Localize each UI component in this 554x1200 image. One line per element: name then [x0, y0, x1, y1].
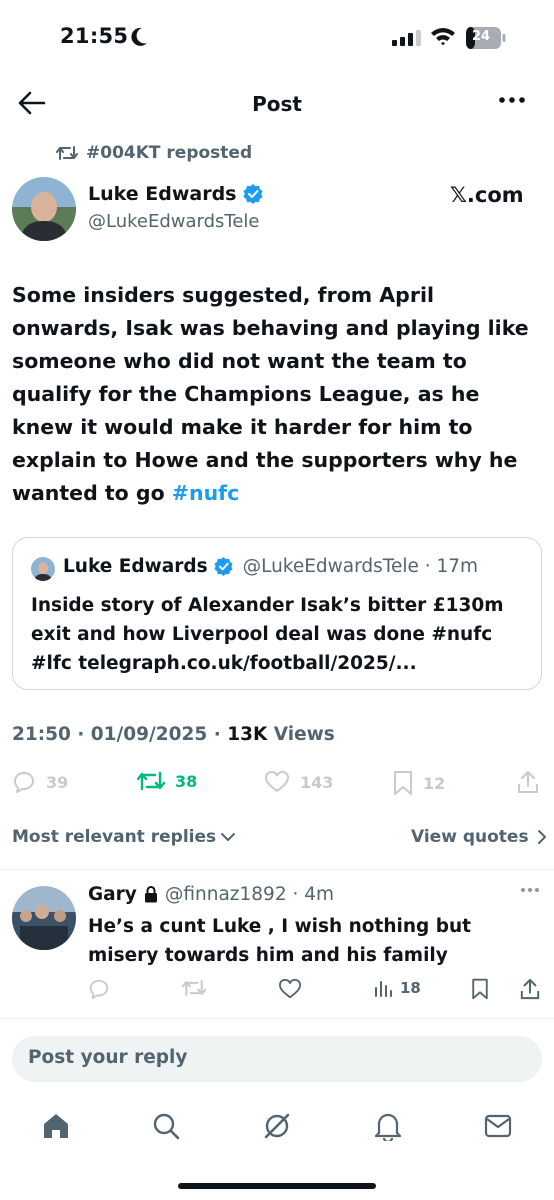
divider: [0, 1018, 554, 1019]
reply-avatar[interactable]: [12, 886, 76, 950]
tab-home[interactable]: [38, 1108, 74, 1144]
battery-icon: 24: [466, 27, 506, 49]
reply-more-button[interactable]: [520, 887, 540, 893]
quote-avatar: [31, 557, 55, 581]
verified-badge-icon: [242, 184, 263, 204]
status-time: 21:55: [60, 24, 129, 48]
grok-icon: [264, 1113, 290, 1139]
page-title: Post: [252, 92, 302, 116]
divider: [0, 869, 554, 870]
repost-count: 38: [175, 771, 198, 791]
more-horizontal-icon: [521, 888, 539, 892]
wifi-icon: [430, 26, 456, 46]
reply-icon: [89, 979, 109, 1000]
author-handle[interactable]: @LukeEdwardsTele: [88, 211, 260, 232]
view-quotes-label: View quotes: [411, 827, 529, 847]
like-count: 143: [300, 772, 334, 792]
repost-indicator[interactable]: #004KT reposted: [56, 143, 252, 163]
quote-handle-time: @LukeEdwardsTele · 17m: [242, 556, 479, 577]
avatar[interactable]: [12, 177, 76, 241]
views-count: 13K: [227, 724, 268, 745]
bookmark-button[interactable]: 12: [393, 770, 445, 796]
bookmark-icon: [394, 771, 412, 795]
reply-reply-button[interactable]: [88, 978, 110, 1000]
heart-icon: [278, 978, 301, 999]
reply-composer[interactable]: [12, 1036, 542, 1082]
more-options-button[interactable]: [498, 95, 528, 115]
reply-text: He’s a cunt Luke , I wish nothing but mi…: [88, 916, 471, 966]
share-icon: [520, 978, 540, 1000]
reply-icon: [14, 772, 34, 793]
hashtag-link[interactable]: #nufc: [172, 481, 239, 505]
repost-button[interactable]: 38: [137, 770, 197, 792]
notifications-icon: [374, 1113, 402, 1141]
x-com-source-badge: 𝕏.com: [450, 183, 524, 207]
repost-icon: [182, 980, 206, 996]
chevron-right-icon: [537, 830, 546, 844]
reply-handle-time: @finnaz1892 · 4m: [164, 884, 335, 905]
tab-notifications[interactable]: [370, 1108, 406, 1144]
share-button[interactable]: [517, 770, 539, 794]
search-icon: [153, 1113, 180, 1140]
battery-level: 24: [472, 29, 491, 44]
reply-like-button[interactable]: [278, 978, 302, 1000]
views-label: Views: [267, 724, 335, 745]
lock-icon: [144, 886, 157, 903]
quote-author-line: Luke Edwards @LukeEdwardsTele · 17m: [63, 556, 478, 577]
repost-icon: [137, 771, 165, 791]
reply-input[interactable]: [28, 1047, 518, 1068]
bookmark-count: 12: [423, 773, 446, 793]
reply-author-name: Gary: [88, 884, 137, 905]
reply-views-button[interactable]: 18: [374, 978, 421, 998]
repost-text: #004KT reposted: [86, 143, 253, 163]
reply-count: 39: [46, 772, 69, 792]
tab-messages[interactable]: [480, 1108, 516, 1144]
more-horizontal-icon: [499, 97, 525, 103]
messages-icon: [484, 1114, 512, 1138]
reply-views-count: 18: [400, 979, 421, 997]
reply-author-line[interactable]: Gary @finnaz1892 · 4m: [88, 884, 334, 905]
verified-badge-icon: [213, 557, 233, 576]
replies-sort-dropdown[interactable]: Most relevant replies: [12, 827, 236, 847]
home-icon: [44, 1114, 68, 1138]
quoted-post-card[interactable]: Luke Edwards @LukeEdwardsTele · 17m Insi…: [12, 537, 542, 690]
author-name[interactable]: Luke Edwards: [88, 183, 263, 205]
author-name-text: Luke Edwards: [88, 183, 237, 205]
quote-text: Inside story of Alexander Isak’s bitter …: [31, 595, 504, 674]
heart-icon: [265, 771, 289, 792]
reply-share-button[interactable]: [520, 978, 540, 1000]
post-meta: 21:50 · 01/09/2025 · 13K Views: [12, 724, 335, 745]
reply-bookmark-button[interactable]: [471, 978, 489, 1000]
replies-sort-label: Most relevant replies: [12, 827, 217, 847]
bookmark-icon: [472, 978, 488, 1000]
tab-search[interactable]: [148, 1108, 184, 1144]
repost-icon: [56, 146, 78, 160]
analytics-icon: [375, 981, 392, 997]
tweet-body: Some insiders suggested, from April onwa…: [12, 283, 529, 505]
tweet-text: Some insiders suggested, from April onwa…: [12, 279, 544, 510]
reply-repost-button[interactable]: [182, 978, 206, 998]
reply-button[interactable]: 39: [12, 770, 68, 794]
view-quotes-link[interactable]: View quotes: [411, 827, 547, 847]
tab-grok[interactable]: [259, 1108, 295, 1144]
post-timestamp: 21:50 · 01/09/2025 ·: [12, 724, 228, 745]
home-indicator: [178, 1183, 376, 1189]
like-button[interactable]: 143: [264, 770, 333, 794]
quote-author-name: Luke Edwards: [63, 556, 208, 577]
chevron-down-icon: [221, 833, 236, 841]
share-icon: [518, 771, 538, 793]
moon-icon: [130, 27, 148, 47]
cellular-signal-icon: [392, 30, 422, 46]
